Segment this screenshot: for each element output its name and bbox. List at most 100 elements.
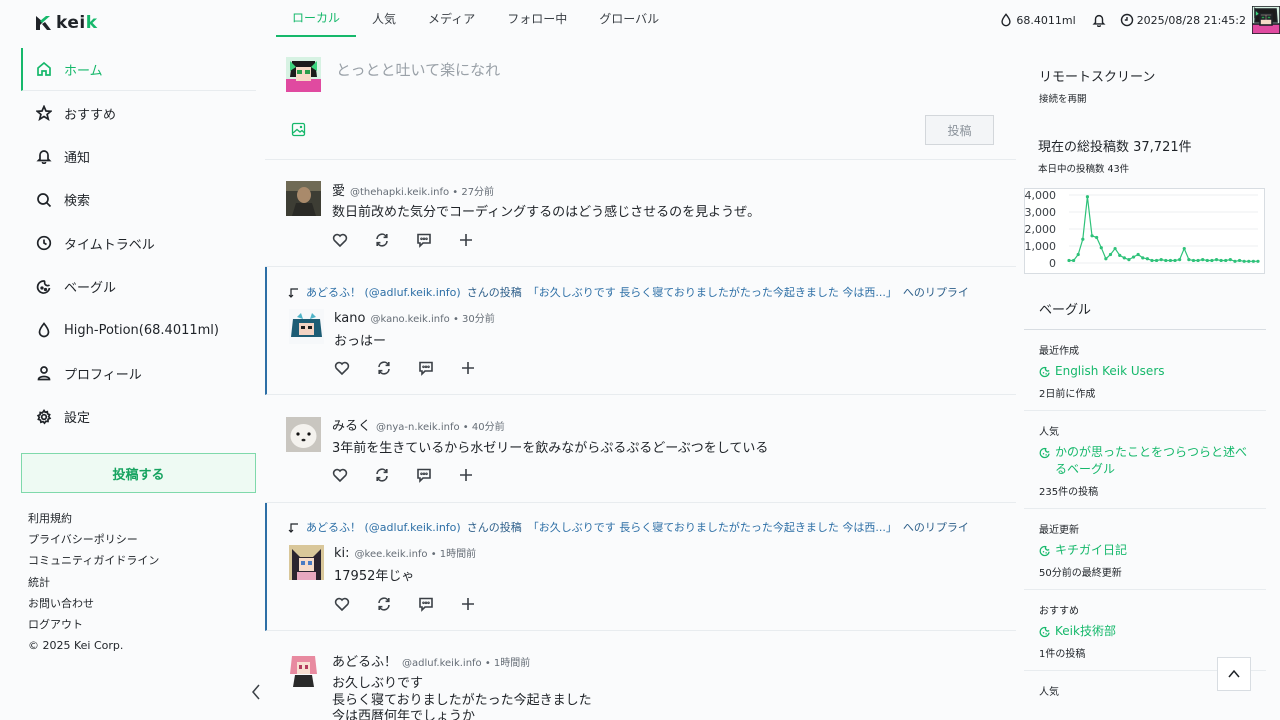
beagle-meta: 50分前の最終更新 <box>1039 568 1122 579</box>
footer-link-logout[interactable]: ログアウト <box>28 616 159 637</box>
beagle-title: ベーグル <box>1024 288 1266 330</box>
reply-text: さんの投稿 <box>466 521 522 534</box>
avatar[interactable] <box>289 545 324 580</box>
my-avatar[interactable] <box>286 57 321 92</box>
nav-item-home[interactable]: ホーム <box>21 48 256 92</box>
heart-icon[interactable] <box>334 596 350 612</box>
data-point <box>1196 258 1200 263</box>
copyright: © 2025 Kei Corp. <box>28 639 124 653</box>
plus-icon[interactable] <box>458 232 474 248</box>
tab-global[interactable]: グローバル <box>583 0 675 37</box>
compose-post-button[interactable]: 投稿する <box>21 453 256 493</box>
footer-link-guidelines[interactable]: コミュニティガイドライン <box>28 552 159 573</box>
data-point <box>1168 258 1173 263</box>
repost-icon[interactable] <box>374 232 390 248</box>
avatar[interactable] <box>289 309 324 344</box>
footer-link-stats[interactable]: 統計 <box>28 574 159 595</box>
beagle-icon <box>1039 447 1050 459</box>
data-point <box>1085 195 1090 199</box>
post-header: あどるふ！ @adluf.keik.info • 1時間前 <box>332 651 530 670</box>
notifications-button[interactable] <box>1092 13 1106 27</box>
nav-item-beagle[interactable]: ベーグル <box>21 265 256 308</box>
submit-post-button[interactable]: 投稿 <box>925 115 994 145</box>
tab-local[interactable]: ローカル <box>276 0 357 37</box>
avatar[interactable] <box>286 181 321 216</box>
post-text-line: おっはー <box>334 334 387 349</box>
chevron-left-icon[interactable] <box>249 683 263 701</box>
repost-icon[interactable] <box>376 596 392 612</box>
post-author[interactable]: kano <box>334 311 365 326</box>
footer-link-contact[interactable]: お問い合わせ <box>28 595 159 616</box>
repost-icon[interactable] <box>374 467 390 483</box>
comment-icon[interactable] <box>416 467 432 483</box>
clock-icon <box>36 235 52 251</box>
footer-link-terms[interactable]: 利用規約 <box>28 510 159 531</box>
nav-item-recommend[interactable]: おすすめ <box>21 91 256 134</box>
data-point <box>1173 258 1177 263</box>
post-meta: @nya-n.keik.info • 40分前 <box>376 422 505 433</box>
reconnect-link[interactable]: 接続を再開 <box>1039 91 1280 105</box>
post-author[interactable]: あどるふ！ <box>332 651 397 670</box>
beagle-link-text: キチガイ日記 <box>1055 543 1128 557</box>
comment-icon[interactable] <box>416 232 432 248</box>
y-tick-label: 2,000 <box>1025 223 1056 236</box>
post-author[interactable]: みるく <box>332 415 371 434</box>
data-point <box>1251 259 1255 263</box>
reply-target-user[interactable]: あどるふ！ (@adluf.keik.info) <box>306 519 461 535</box>
image-icon[interactable] <box>291 122 306 137</box>
heart-icon[interactable] <box>332 467 348 483</box>
composer-input[interactable]: とっとと吐いて楽になれ <box>336 59 500 80</box>
beagle-section-label: 人気 <box>1039 427 1059 438</box>
beagle-link[interactable]: かのが思ったことをつらつらと述べるベーグル <box>1039 444 1251 478</box>
heart-icon[interactable] <box>334 360 350 376</box>
clock-display[interactable]: 2025/08/28 21:45:2 <box>1120 13 1246 27</box>
post-header: ki: @kee.keik.info • 1時間前 <box>334 545 476 561</box>
beagle-link[interactable]: キチガイ日記 <box>1039 542 1251 559</box>
data-point <box>1191 258 1196 263</box>
comment-icon[interactable] <box>418 360 434 376</box>
nav-item-high-potion[interactable]: High-Potion(68.4011ml) <box>21 308 256 351</box>
potion-indicator[interactable]: 68.4011ml <box>999 13 1076 27</box>
nav-item-timetravel[interactable]: タイムトラベル <box>21 222 256 265</box>
nav-item-profile[interactable]: プロフィール <box>21 352 256 395</box>
nav-item-notifications[interactable]: 通知 <box>21 135 256 178</box>
reply-target-post[interactable]: 「お久しぶりです 長らく寝ておりましたがたった今起きました 今は西...」 <box>528 519 897 535</box>
tab-following[interactable]: フォロー中 <box>491 0 583 37</box>
repost-icon[interactable] <box>376 360 392 376</box>
post-author[interactable]: 愛 <box>332 180 345 199</box>
potion-amount: 68.4011ml <box>1016 13 1076 27</box>
remote-screen-title: リモートスクリーン <box>1039 70 1156 85</box>
nav-item-settings[interactable]: 設定 <box>21 395 256 438</box>
post-author[interactable]: ki: <box>334 546 350 561</box>
nav-label: タイムトラベル <box>64 237 155 253</box>
plus-icon[interactable] <box>458 467 474 483</box>
y-tick-label: 3,000 <box>1025 206 1056 219</box>
drop-icon <box>36 322 52 338</box>
y-tick-label: 4,000 <box>1025 189 1056 202</box>
beagle-icon <box>1039 366 1050 378</box>
beagle-section-label: 最近作成 <box>1039 346 1079 357</box>
beagle-link[interactable]: English Keik Users <box>1039 363 1251 380</box>
beagle-meta: 2日前に作成 <box>1039 389 1096 400</box>
avatar[interactable] <box>286 417 321 452</box>
today-posts: 本日中の投稿数 43件 <box>1038 164 1130 175</box>
reply-context: あどるふ！ (@adluf.keik.info) さんの投稿 「お久しぶりです 長… <box>288 519 969 535</box>
star-icon <box>36 105 52 122</box>
heart-icon[interactable] <box>332 232 348 248</box>
reply-arrow-icon <box>288 523 298 533</box>
tab-media[interactable]: メディア <box>412 0 491 37</box>
post-body: 17952年じゃ <box>334 569 414 586</box>
comment-icon[interactable] <box>418 596 434 612</box>
back-to-top-button[interactable] <box>1217 657 1251 691</box>
nav-item-search[interactable]: 検索 <box>21 178 256 221</box>
plus-icon[interactable] <box>460 596 476 612</box>
reply-target-user[interactable]: あどるふ！ (@adluf.keik.info) <box>306 284 461 300</box>
tab-popular[interactable]: 人気 <box>356 0 412 37</box>
footer-link-privacy[interactable]: プライバシーポリシー <box>28 531 159 552</box>
beagle-link[interactable]: Keik技術部 <box>1039 623 1251 640</box>
plus-icon[interactable] <box>460 360 476 376</box>
user-avatar[interactable] <box>1252 6 1280 34</box>
logo[interactable]: keik <box>34 13 98 33</box>
avatar[interactable] <box>286 652 321 687</box>
reply-target-post[interactable]: 「お久しぶりです 長らく寝ておりましたがたった今起きました 今は西...」 <box>528 284 897 300</box>
